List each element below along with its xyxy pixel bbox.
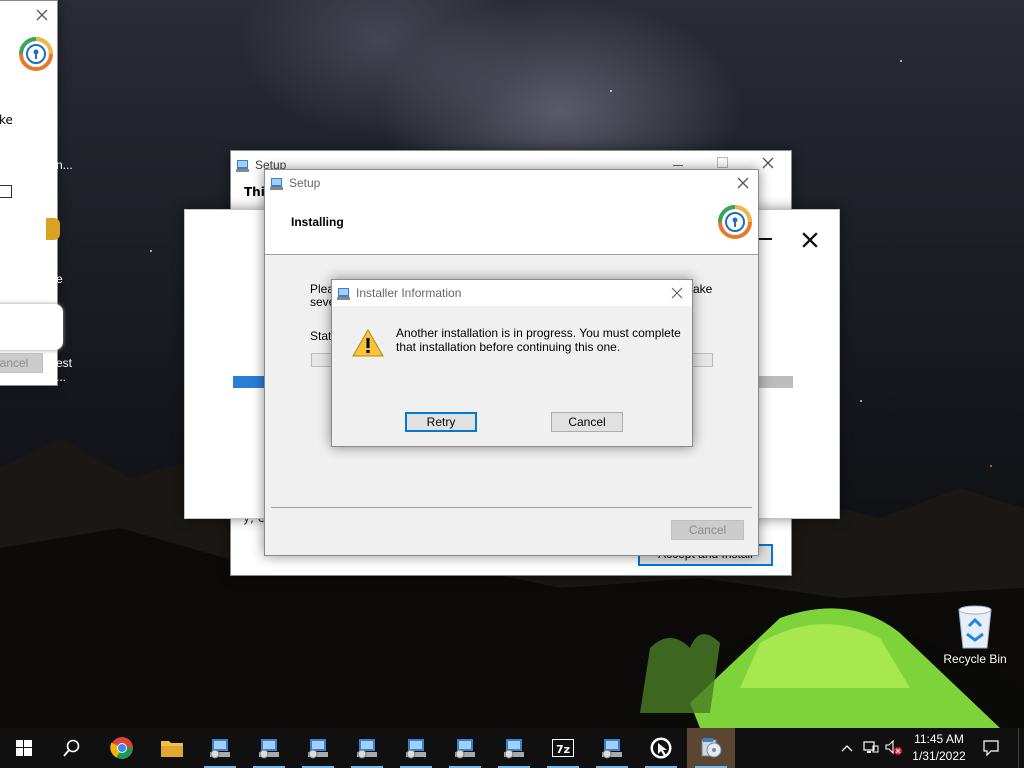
setup-icon (504, 739, 524, 759)
checkbox[interactable] (0, 185, 12, 198)
rounded-panel (0, 304, 63, 350)
notifications-icon[interactable] (982, 739, 1000, 757)
setup-icon (308, 739, 328, 759)
taskbar-setup-2[interactable] (245, 728, 293, 768)
search-icon (63, 739, 80, 757)
text-fragment: e (56, 272, 63, 286)
maximize-icon[interactable] (717, 157, 728, 168)
text-fragment: ke (0, 113, 13, 127)
left-partial-window: ke ancel (0, 0, 63, 386)
recycle-bin-shortcut[interactable]: Recycle Bin (940, 600, 1010, 670)
setup-icon (236, 160, 249, 172)
warning-icon (352, 328, 384, 357)
clock-time[interactable]: 11:45 AM (906, 732, 972, 746)
close-icon[interactable] (802, 232, 818, 248)
chevron-up-icon[interactable] (841, 744, 853, 752)
file-explorer-icon (161, 741, 183, 757)
minimize-icon[interactable] (758, 238, 772, 240)
taskbar-setup-6[interactable] (441, 728, 489, 768)
start-button[interactable] (0, 728, 48, 768)
text-fragment: est (56, 356, 73, 370)
close-icon[interactable] (35, 8, 49, 22)
window-title: Setup (289, 176, 321, 190)
setup-icon (210, 739, 230, 759)
clock-date[interactable]: 1/31/2022 (906, 749, 972, 763)
network-icon[interactable] (863, 741, 879, 755)
taskbar-chrome[interactable] (98, 728, 146, 768)
setup-icon (337, 288, 350, 300)
taskbar-setup-3[interactable] (294, 728, 342, 768)
cancel-button[interactable]: Cancel (551, 412, 623, 432)
setup-icon (270, 178, 283, 190)
setup-icon (455, 739, 475, 759)
chrome-icon (110, 737, 133, 759)
footer-divider (271, 507, 752, 508)
taskbar-setup-1[interactable] (196, 728, 244, 768)
text-fragment: ake (693, 282, 713, 296)
close-icon[interactable] (670, 286, 684, 300)
star (150, 250, 152, 252)
show-desktop-button[interactable] (1018, 728, 1024, 768)
taskbar-setup-8[interactable] (588, 728, 636, 768)
taskbar-setup-7[interactable] (490, 728, 538, 768)
taskbar-7zip[interactable]: 7z (539, 728, 587, 768)
dialog-title: Installer Information (356, 286, 462, 300)
taskbar-setup-5[interactable] (392, 728, 440, 768)
setup-icon (259, 739, 279, 759)
recycle-bin-icon (958, 605, 992, 649)
text-fragment: ... (56, 370, 67, 384)
taskbar-file-explorer[interactable] (148, 728, 196, 768)
setup-icon (602, 739, 622, 759)
star (900, 60, 902, 62)
taskbar-cursor-tool[interactable] (637, 728, 685, 768)
text-fragment: n... (56, 158, 73, 172)
window-header: Setup Installing (265, 170, 758, 255)
volume-muted-icon[interactable] (885, 740, 903, 756)
app-logo-icon (718, 205, 752, 239)
cancel-button[interactable]: Cancel (671, 520, 744, 540)
dialog-message-line1: Another installation is in progress. You… (396, 326, 681, 340)
dialog-message-line2: that installation before continuing this… (396, 340, 621, 354)
star (610, 90, 612, 92)
recycle-bin-label: Recycle Bin (943, 652, 1007, 666)
cancel-button[interactable]: ancel (0, 353, 43, 373)
7zip-icon: 7z (552, 739, 574, 757)
setup-icon (406, 739, 426, 759)
star (860, 400, 862, 402)
setup-icon (357, 739, 377, 759)
minimize-icon[interactable] (673, 165, 683, 166)
svg-text:7z: 7z (556, 743, 570, 756)
taskbar-installer[interactable] (687, 728, 735, 768)
page-title: Installing (291, 215, 344, 229)
close-icon[interactable] (761, 156, 775, 170)
cursor-tool-icon (650, 737, 672, 759)
windows-start-icon (16, 740, 32, 756)
installer-information-dialog: Installer Information Another installati… (331, 279, 693, 447)
close-icon[interactable] (736, 176, 750, 190)
progress-fill (233, 376, 267, 388)
taskbar-setup-4[interactable] (343, 728, 391, 768)
app-logo-icon (19, 37, 53, 71)
folder-shortcut-icon[interactable] (46, 218, 60, 240)
dialog-titlebar: Installer Information (332, 280, 692, 306)
retry-button[interactable]: Retry (405, 412, 477, 432)
search-button[interactable] (48, 728, 96, 768)
taskbar: 7z 11:45 AM 1/31/2022 (0, 728, 1024, 768)
installer-icon (701, 738, 722, 758)
